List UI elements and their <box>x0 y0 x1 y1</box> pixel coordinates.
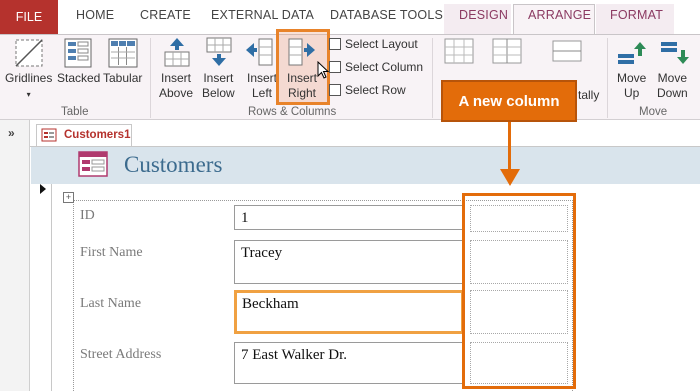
tab-design[interactable]: DESIGN <box>459 8 508 22</box>
select-row-icon <box>329 84 341 96</box>
rows-columns-group-label: Rows & Columns <box>248 106 337 118</box>
first-name-label: First Name <box>80 245 143 260</box>
move-up-line2: Up <box>624 86 640 100</box>
move-up-icon <box>618 42 646 64</box>
form-title: Customers <box>124 152 223 177</box>
insert-above-line2: Above <box>159 86 194 100</box>
insert-left-button[interactable]: Insert Left <box>247 71 277 101</box>
street-address-textbox[interactable]: 7 East Walker Dr. <box>234 342 464 384</box>
group-separator <box>432 38 433 118</box>
gridlines-label: Gridlines <box>5 71 53 85</box>
new-column-highlight <box>462 193 576 389</box>
move-down-line2: Down <box>657 86 688 100</box>
gridlines-icon <box>15 39 43 67</box>
group-separator <box>607 38 608 118</box>
document-tab-label: Customers1 <box>64 129 131 141</box>
insert-left-line1: Insert <box>247 71 278 85</box>
callout-arrow-icon <box>500 169 520 186</box>
insert-below-icon <box>206 37 232 66</box>
split-horizontally-icon <box>552 40 582 62</box>
callout-pointer-line <box>508 121 511 171</box>
insert-above-button[interactable]: Insert Above <box>159 71 193 101</box>
tab-external-data[interactable]: EXTERNAL DATA <box>211 8 314 22</box>
merge-icon <box>444 38 474 64</box>
split-horizontally-label[interactable]: tally <box>578 88 599 102</box>
chevron-down-icon: ▾ <box>26 90 31 99</box>
id-textbox[interactable]: 1 <box>234 205 464 230</box>
id-label: ID <box>80 208 95 223</box>
gridlines-button[interactable]: Gridlines ▾ <box>5 71 52 102</box>
current-record-icon <box>40 184 46 194</box>
select-layout-button[interactable]: Select Layout <box>345 37 418 51</box>
move-down-icon <box>661 42 689 64</box>
move-group-label: Move <box>639 106 668 118</box>
tab-arrange[interactable]: ARRANGE <box>528 8 591 22</box>
tab-database-tools[interactable]: DATABASE TOOLS <box>330 8 443 22</box>
navigation-pane-collapsed <box>0 120 30 391</box>
move-down-button[interactable]: Move Down <box>657 71 688 101</box>
insert-right-line1: Insert <box>287 71 318 85</box>
insert-left-line2: Left <box>252 86 273 100</box>
select-column-icon <box>329 61 341 73</box>
insert-below-button[interactable]: Insert Below <box>202 71 235 101</box>
form-logo-icon <box>78 151 108 177</box>
insert-below-line1: Insert <box>203 71 234 85</box>
stacked-button[interactable]: Stacked <box>57 71 100 86</box>
last-name-textbox[interactable]: Beckham <box>234 290 464 334</box>
stacked-icon <box>64 38 92 68</box>
move-down-line1: Move <box>657 71 688 85</box>
insert-above-line1: Insert <box>161 71 192 85</box>
tab-create[interactable]: CREATE <box>140 8 191 22</box>
insert-right-icon <box>288 38 315 66</box>
insert-above-icon <box>164 38 190 67</box>
tabular-icon <box>108 38 138 68</box>
form-icon <box>41 128 57 142</box>
tab-format[interactable]: FORMAT <box>610 8 663 22</box>
select-row-button[interactable]: Select Row <box>345 83 406 97</box>
last-name-label: Last Name <box>80 296 142 311</box>
split-vertically-icon <box>492 38 522 64</box>
record-selector[interactable] <box>31 184 52 391</box>
tabular-button[interactable]: Tabular <box>103 71 142 86</box>
insert-below-line2: Below <box>202 86 235 100</box>
table-group-label: Table <box>61 106 89 118</box>
select-column-button[interactable]: Select Column <box>345 60 423 74</box>
tab-home[interactable]: HOME <box>76 8 114 22</box>
move-up-line1: Move <box>617 71 647 85</box>
first-name-textbox[interactable]: Tracey <box>234 240 464 284</box>
select-layout-icon <box>329 38 341 50</box>
tab-file[interactable]: FILE <box>0 0 58 34</box>
layout-move-handle-icon[interactable]: + <box>63 192 74 203</box>
insert-left-icon <box>246 38 273 66</box>
insert-right-line2: Right <box>288 86 317 100</box>
callout-new-column: A new column <box>441 80 577 122</box>
move-up-button[interactable]: Move Up <box>617 71 646 101</box>
street-address-label: Street Address <box>80 347 162 362</box>
group-separator <box>150 38 151 118</box>
expand-navigation-icon[interactable]: » <box>8 126 15 140</box>
insert-right-button[interactable]: Insert Right <box>287 71 317 101</box>
